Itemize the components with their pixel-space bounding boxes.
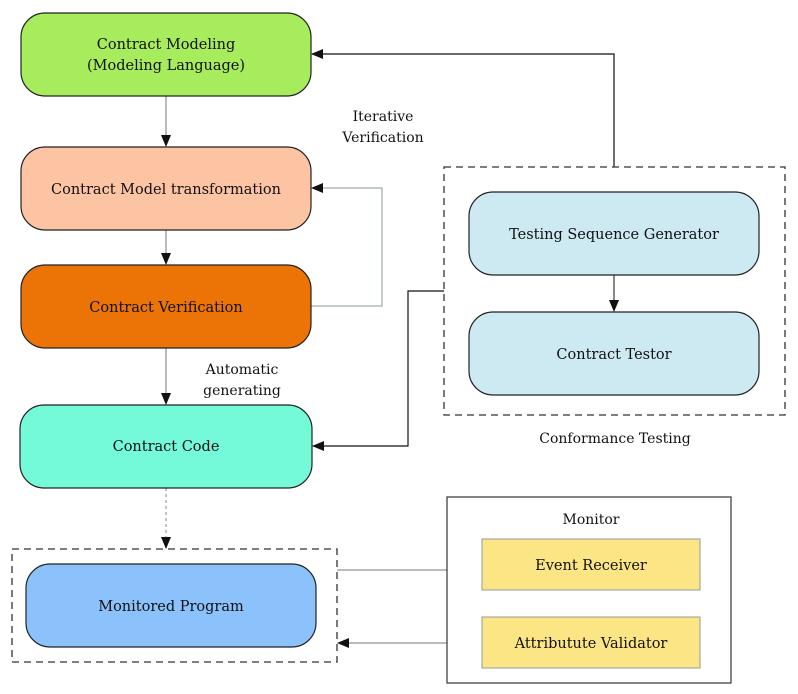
- conformance-testing-label: Conformance Testing: [539, 431, 691, 447]
- contract-code-label: Contract Code: [113, 439, 220, 455]
- contract-testor-node[interactable]: Contract Testor: [468, 311, 760, 396]
- attribute-validator-node[interactable]: Attributute Validator: [481, 616, 701, 669]
- automatic-generating-label-line2: generating: [203, 383, 281, 399]
- contract-modeling-node[interactable]: Contract Modeling (Modeling Language): [20, 12, 312, 97]
- testing-sequence-generator-label: Testing Sequence Generator: [509, 227, 719, 243]
- contract-verification-node[interactable]: Contract Verification: [20, 264, 312, 349]
- testing-sequence-generator-node[interactable]: Testing Sequence Generator: [468, 191, 760, 276]
- event-receiver-node[interactable]: Event Receiver: [481, 538, 701, 591]
- model-transformation-label: Contract Model transformation: [51, 182, 281, 198]
- iterative-verification-label-line1: Iterative: [353, 109, 414, 125]
- monitored-program-node[interactable]: Monitored Program: [25, 563, 317, 648]
- contract-verification-label: Contract Verification: [89, 300, 242, 316]
- monitor-label: Monitor: [562, 512, 619, 528]
- edge-conformance-to-code: [312, 290, 444, 451]
- contract-code-node[interactable]: Contract Code: [19, 404, 313, 489]
- monitored-program-label: Monitored Program: [98, 599, 244, 615]
- model-transformation-node[interactable]: Contract Model transformation: [20, 146, 312, 231]
- contract-modeling-label-line2: (Modeling Language): [87, 58, 245, 74]
- automatic-generating-label-line1: Automatic: [205, 362, 279, 378]
- iterative-verification-label-line2: Verification: [341, 130, 423, 146]
- diagram-canvas: Contract Modeling (Modeling Language) Co…: [11, 12, 786, 684]
- attribute-validator-label: Attributute Validator: [514, 636, 668, 652]
- contract-modeling-label-line1: Contract Modeling: [97, 37, 235, 53]
- event-receiver-label: Event Receiver: [535, 558, 647, 574]
- edge-iterative-verification-loop: [311, 183, 383, 307]
- contract-testor-label: Contract Testor: [556, 347, 671, 363]
